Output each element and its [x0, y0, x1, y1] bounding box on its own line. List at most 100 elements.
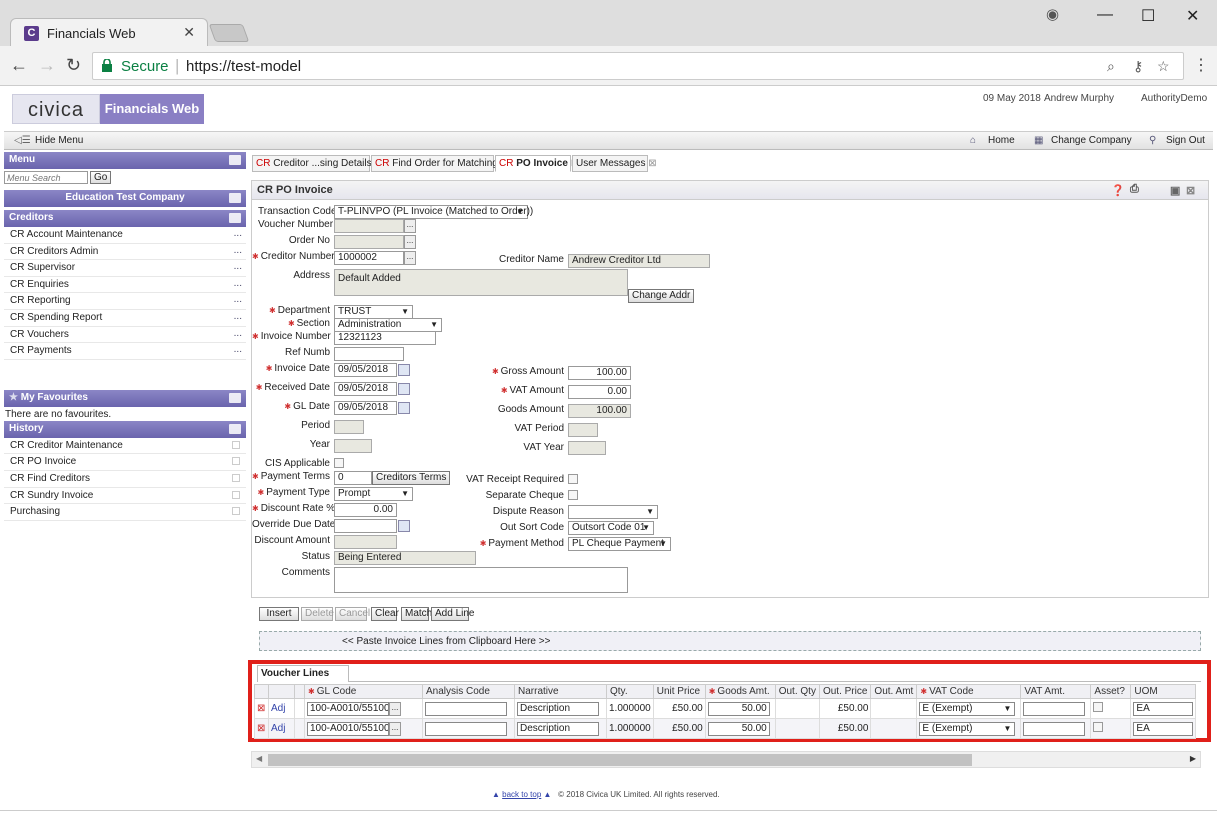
hide-menu-icon[interactable]: ◁☰ — [14, 135, 31, 146]
discount-rate-field[interactable]: 0.00 — [334, 503, 397, 517]
url-text[interactable]: https://test-model — [186, 58, 301, 75]
pin-icon[interactable] — [229, 213, 241, 223]
browser-menu-icon[interactable]: ⋮ — [1193, 55, 1209, 75]
window-icon[interactable]: ▣ — [1170, 184, 1180, 197]
match-button[interactable]: Match — [401, 607, 432, 621]
scroll-left-icon[interactable]: ◀ — [256, 754, 262, 763]
sidebar-item[interactable]: CR Enquiries... — [4, 277, 246, 294]
section-select[interactable]: Administration — [334, 318, 442, 332]
more-icon[interactable]: ... — [234, 278, 242, 289]
more-icon[interactable]: ... — [234, 261, 242, 272]
separate-cheque-checkbox[interactable] — [568, 490, 578, 500]
home-icon[interactable]: ⌂ — [970, 135, 976, 146]
sidebar-item[interactable]: CR Creditors Admin... — [4, 244, 246, 261]
delete-button[interactable]: Delete — [301, 607, 334, 621]
analysis-code-input[interactable] — [425, 721, 507, 736]
sidebar-item[interactable]: CR Supervisor... — [4, 260, 246, 277]
add-line-button[interactable]: Add Line — [431, 607, 474, 621]
insert-button[interactable]: Insert — [259, 607, 299, 621]
sidebar-item[interactable]: CR Reporting... — [4, 293, 246, 310]
gl-code-lookup-button[interactable]: ... — [389, 701, 401, 716]
voucher-number-field[interactable] — [334, 219, 404, 233]
pin-icon[interactable] — [229, 155, 241, 165]
asset-checkbox[interactable] — [1093, 702, 1104, 712]
forward-icon[interactable]: → — [38, 55, 56, 76]
more-icon[interactable]: ... — [234, 245, 242, 256]
gl-date-field[interactable]: 09/05/2018 — [334, 401, 397, 415]
maximize-icon[interactable]: ☐ — [1141, 6, 1155, 26]
sidebar-item[interactable]: CR Account Maintenance... — [4, 227, 246, 244]
scroll-right-icon[interactable]: ▶ — [1190, 754, 1196, 763]
hide-menu-link[interactable]: Hide Menu — [35, 135, 83, 146]
override-due-date-field[interactable] — [334, 519, 397, 533]
bookmark-star-icon[interactable]: ☆ — [1157, 58, 1170, 75]
home-link[interactable]: Home — [988, 135, 1015, 146]
ref-numb-field[interactable] — [334, 347, 404, 361]
gl-code-input[interactable]: 100-A0010/55100/F — [307, 701, 389, 716]
tab-creditor-details[interactable]: CR Creditor ...sing Details ⊠ — [252, 155, 383, 172]
order-no-field[interactable] — [334, 235, 404, 249]
vat-amount-field[interactable]: 0.00 — [568, 385, 631, 399]
payment-type-select[interactable]: Prompt — [334, 487, 413, 501]
change-address-button[interactable]: Change Addr — [628, 289, 695, 303]
zoom-icon[interactable]: ⌕ — [1107, 58, 1115, 75]
open-external-icon[interactable] — [232, 473, 240, 482]
narrative-input[interactable]: Description — [517, 721, 599, 736]
sign-out-icon[interactable]: ⚲ — [1149, 135, 1156, 146]
close-tab-icon[interactable]: ✕ — [183, 24, 195, 41]
delete-row-icon[interactable]: ⊠ — [257, 723, 265, 734]
more-icon[interactable]: ... — [234, 311, 242, 322]
creditor-lookup-button[interactable]: ... — [404, 251, 416, 265]
more-icon[interactable]: ... — [234, 328, 242, 339]
vat-receipt-required-checkbox[interactable] — [568, 474, 578, 484]
adj-link[interactable]: Adj — [271, 703, 285, 714]
tab-user-messages[interactable]: User Messages ⊠ — [572, 155, 657, 172]
gl-code-lookup-button[interactable]: ... — [389, 721, 401, 736]
more-icon[interactable]: ... — [234, 228, 242, 239]
close-tab-icon[interactable]: ⊠ — [648, 158, 656, 169]
invoice-date-field[interactable]: 09/05/2018 — [334, 363, 397, 377]
payment-terms-field[interactable]: 0 — [334, 471, 372, 485]
goods-amt-input[interactable]: 50.00 — [707, 721, 770, 736]
sidebar-item[interactable]: CR Spending Report... — [4, 310, 246, 327]
minimize-icon[interactable]: — — [1097, 6, 1113, 24]
vat-amt-input[interactable] — [1023, 721, 1086, 736]
gl-code-input[interactable]: 100-A0010/55100/F — [307, 721, 389, 736]
adj-link[interactable]: Adj — [271, 723, 285, 734]
back-to-top-link[interactable]: back to top — [502, 790, 541, 799]
vat-code-select[interactable]: E (Exempt) — [919, 701, 1016, 716]
payment-method-select[interactable]: PL Cheque Payment — [568, 537, 671, 551]
change-company-link[interactable]: Change Company — [1051, 135, 1132, 146]
calendar-icon[interactable] — [398, 383, 410, 395]
tab-find-order[interactable]: CR Find Order for Matching ⊠ — [371, 155, 509, 172]
close-window-icon[interactable]: ✕ — [1186, 6, 1199, 26]
paste-invoice-lines-area[interactable]: << Paste Invoice Lines from Clipboard He… — [259, 631, 1201, 651]
history-item[interactable]: CR PO Invoice — [4, 454, 246, 471]
more-icon[interactable]: ... — [234, 344, 242, 355]
new-tab-button[interactable] — [208, 24, 250, 42]
help-icon[interactable]: ❓ — [1111, 184, 1125, 197]
uom-input[interactable]: EA — [1133, 701, 1194, 716]
close-panel-icon[interactable]: ⊠ — [1186, 184, 1195, 197]
analysis-code-input[interactable] — [425, 701, 507, 716]
more-icon[interactable]: ... — [234, 294, 242, 305]
calendar-icon[interactable] — [398, 402, 410, 414]
creditors-terms-button[interactable]: Creditors Terms — [372, 471, 451, 485]
goods-amt-input[interactable]: 50.00 — [707, 701, 770, 716]
open-external-icon[interactable] — [232, 440, 240, 449]
out-sort-code-select[interactable]: Outsort Code 01 — [568, 521, 654, 535]
print-icon[interactable]: ⎙ — [1130, 183, 1139, 196]
pin-icon[interactable] — [229, 193, 241, 203]
vat-code-select[interactable]: E (Exempt) — [919, 721, 1016, 736]
sidebar-item[interactable]: CR Payments... — [4, 343, 246, 360]
history-item[interactable]: Purchasing — [4, 504, 246, 521]
gross-amount-field[interactable]: 100.00 — [568, 366, 631, 380]
scrollbar-thumb[interactable] — [268, 754, 972, 766]
comments-field[interactable] — [334, 567, 628, 593]
pin-icon[interactable] — [229, 392, 241, 403]
open-external-icon[interactable] — [232, 490, 240, 499]
vat-amt-input[interactable] — [1023, 701, 1086, 716]
cis-applicable-checkbox[interactable] — [334, 458, 344, 468]
dispute-reason-select[interactable] — [568, 505, 658, 519]
asset-checkbox[interactable] — [1093, 722, 1104, 732]
